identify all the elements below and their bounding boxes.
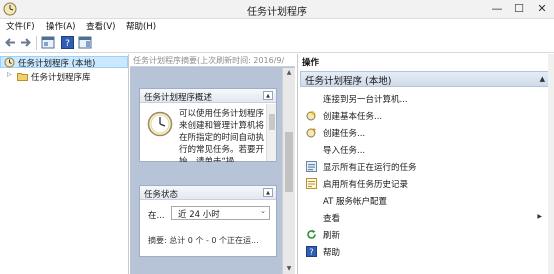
actions-group-header[interactable]: 任务计划程序 (本地) ▲ xyxy=(300,71,550,87)
menu-view[interactable]: 查看(V) xyxy=(86,20,115,32)
tree-item-label: 任务计划程序 (本地) xyxy=(18,59,96,69)
toolbar: ? xyxy=(0,33,554,53)
actions-group-title: 任务计划程序 (本地) xyxy=(305,76,392,87)
task-status-title: 任务状态 xyxy=(144,190,179,200)
action-label: 帮助 xyxy=(323,248,341,258)
help-icon: ? xyxy=(306,246,317,257)
action-label: 查看 xyxy=(323,214,341,224)
create-task-icon xyxy=(306,127,317,138)
action-import-task[interactable]: 导入任务... xyxy=(298,142,550,157)
actions-pane: 操作 任务计划程序 (本地) ▲ 连接到另一台计算机... 创建基本任务... … xyxy=(297,54,554,274)
maximize-button[interactable]: ☐ xyxy=(508,0,530,18)
scroll-thumb[interactable] xyxy=(285,132,293,192)
action-label: 导入任务... xyxy=(323,146,366,156)
close-button[interactable]: ✕ xyxy=(530,0,554,18)
action-label: 显示所有正在运行的任务 xyxy=(323,163,417,173)
menu-bar: 文件(F) 操作(A) 查看(V) 帮助(H) xyxy=(0,19,554,33)
overview-panel-header[interactable]: 任务计划程序概述 ▲ xyxy=(140,89,276,103)
console-tree-icon[interactable] xyxy=(41,36,55,49)
action-label: 启用所有任务历史记录 xyxy=(323,180,409,190)
task-status-panel: 任务状态 ▲ 在... 近 24 小时 ⌄ 摘要: 总计 0 个 - 0 个正在… xyxy=(139,185,277,257)
refresh-icon xyxy=(307,229,316,239)
actions-scrollbar[interactable] xyxy=(548,54,554,274)
window-title: 任务计划程序 xyxy=(247,7,307,18)
status-summary: 摘要: 总计 0 个 - 0 个正在运... xyxy=(148,236,259,245)
action-label: 创建基本任务... xyxy=(323,112,383,122)
folder-icon xyxy=(17,73,28,81)
status-filter-label: 在... xyxy=(148,211,165,221)
action-at-service-config[interactable]: AT 服务帐户配置 xyxy=(298,193,550,208)
svg-text:?: ? xyxy=(309,248,313,257)
collapse-up-icon[interactable]: ▲ xyxy=(263,188,273,197)
action-pane-icon[interactable] xyxy=(78,36,92,49)
running-tasks-icon xyxy=(306,161,317,172)
overview-scrollbar[interactable] xyxy=(266,104,276,161)
collapse-up-icon[interactable]: ▲ xyxy=(540,75,545,83)
submenu-arrow-icon: ▶ xyxy=(537,213,542,220)
clock-illustration-icon xyxy=(147,111,173,137)
title-bar: 任务计划程序 — ☐ ✕ xyxy=(0,0,554,19)
summary-header: 任务计划程序摘要(上次刷新时间: 2016/9/ xyxy=(130,54,295,67)
console-tree: 任务计划程序 (本地) ▷ 任务计划程序库 xyxy=(0,54,129,274)
expand-chevron-icon[interactable]: ▷ xyxy=(7,71,12,78)
action-label: AT 服务帐户配置 xyxy=(323,197,388,207)
chevron-down-icon: ⌄ xyxy=(260,207,266,215)
summary-pane: 任务计划程序摘要(上次刷新时间: 2016/9/ 任务计划程序概述 ▲ 可以使用… xyxy=(130,54,295,274)
forward-arrow-icon[interactable] xyxy=(19,36,32,49)
overview-description: 可以使用任务计划程序来创建和管理计算机将在所指定的时间自动执行的常见任务。若要开… xyxy=(179,109,265,162)
tree-item-task-scheduler-local[interactable]: 任务计划程序 (本地) xyxy=(0,56,128,69)
action-create-task[interactable]: 创建任务... xyxy=(298,125,550,140)
action-show-running-tasks[interactable]: 显示所有正在运行的任务 xyxy=(298,159,550,174)
menu-action[interactable]: 操作(A) xyxy=(46,20,75,32)
action-enable-history[interactable]: 启用所有任务历史记录 xyxy=(298,176,550,191)
tree-item-label: 任务计划程序库 xyxy=(31,73,91,83)
collapse-up-icon[interactable]: ▲ xyxy=(263,91,273,100)
menu-file[interactable]: 文件(F) xyxy=(6,20,35,32)
scroll-thumb[interactable] xyxy=(269,114,275,130)
action-help[interactable]: ? 帮助 xyxy=(298,244,550,259)
menu-help[interactable]: 帮助(H) xyxy=(126,20,156,32)
svg-text:?: ? xyxy=(65,39,70,49)
scroll-down-icon[interactable]: ▼ xyxy=(283,264,295,274)
overview-panel: 任务计划程序概述 ▲ 可以使用任务计划程序来创建和管理计算机将在所指定的时间自动… xyxy=(139,88,277,162)
create-basic-task-icon xyxy=(306,110,316,121)
action-view[interactable]: 查看 ▶ xyxy=(298,210,550,225)
task-status-panel-header[interactable]: 任务状态 ▲ xyxy=(140,186,276,200)
clock-icon xyxy=(4,57,15,68)
action-label: 刷新 xyxy=(323,231,341,241)
action-label: 连接到另一台计算机... xyxy=(323,95,408,105)
back-arrow-icon[interactable] xyxy=(4,36,17,49)
action-create-basic-task[interactable]: 创建基本任务... xyxy=(298,108,550,123)
history-icon xyxy=(306,178,317,189)
minimize-button[interactable]: — xyxy=(486,0,508,18)
time-range-select[interactable]: 近 24 小时 ⌄ xyxy=(171,206,270,220)
action-connect-computer[interactable]: 连接到另一台计算机... xyxy=(298,91,550,106)
action-refresh[interactable]: 刷新 xyxy=(298,227,550,242)
overview-title: 任务计划程序概述 xyxy=(144,93,213,103)
summary-scrollbar[interactable]: ▲ ▼ xyxy=(282,68,295,274)
actions-header: 操作 xyxy=(302,58,320,68)
tree-item-task-library[interactable]: ▷ 任务计划程序库 xyxy=(0,71,128,83)
toolbar-divider xyxy=(36,36,37,50)
help-icon[interactable]: ? xyxy=(61,36,74,49)
action-label: 创建任务... xyxy=(323,129,366,139)
scroll-up-icon[interactable]: ▲ xyxy=(283,68,295,78)
time-range-value: 近 24 小时 xyxy=(178,210,220,220)
